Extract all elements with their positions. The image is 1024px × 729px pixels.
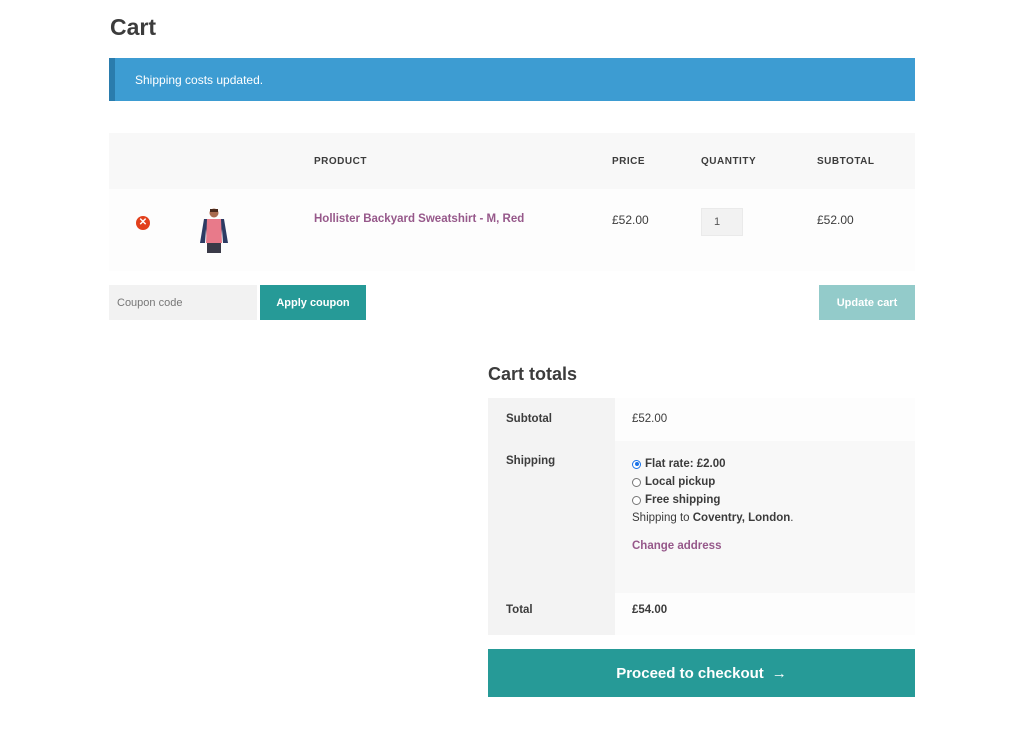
shipping-option-flat-rate[interactable]: Flat rate: £2.00	[632, 455, 915, 473]
header-price: PRICE	[612, 133, 701, 189]
cart-table: PRODUCT PRICE QUANTITY SUBTOTAL ✕ Hollis…	[109, 133, 915, 271]
shipping-destination: Shipping to Coventry, London.	[632, 512, 794, 524]
product-thumbnail[interactable]	[197, 207, 231, 255]
radio-selected-icon[interactable]	[632, 459, 641, 469]
radio-icon[interactable]	[632, 495, 641, 505]
total-value: £54.00	[615, 593, 915, 635]
header-remove	[109, 133, 179, 189]
shipping-row: Shipping Flat rate: £2.00 Local pickup F…	[488, 441, 915, 593]
shipping-updated-notice: Shipping costs updated.	[109, 58, 915, 101]
shipping-option-label[interactable]: Flat rate: £2.00	[645, 458, 726, 470]
subtotal-cell: £52.00	[817, 189, 915, 271]
table-row: ✕ Hollister Backyard Sweatshirt - M, Red…	[109, 189, 915, 271]
product-name-link[interactable]: Hollister Backyard Sweatshirt - M, Red	[314, 213, 524, 225]
product-subtotal: £52.00	[817, 213, 854, 227]
product-price: £52.00	[612, 213, 649, 227]
header-product: PRODUCT	[314, 133, 612, 189]
cart-totals-table: Subtotal £52.00 Shipping Flat rate: £2.0…	[488, 398, 915, 635]
shipping-option-free-shipping[interactable]: Free shipping	[632, 491, 915, 509]
thumbnail-cell	[179, 189, 314, 271]
subtotal-row: Subtotal £52.00	[488, 398, 915, 441]
checkout-label: Proceed to checkout	[616, 664, 764, 682]
price-cell: £52.00	[612, 189, 701, 271]
proceed-to-checkout-button[interactable]: Proceed to checkout →	[488, 649, 915, 697]
shipping-option-label[interactable]: Local pickup	[645, 476, 715, 488]
quantity-input[interactable]	[701, 208, 743, 236]
shipping-options: Flat rate: £2.00 Local pickup Free shipp…	[615, 441, 915, 593]
coupon-code-input[interactable]	[109, 285, 257, 320]
subtotal-label: Subtotal	[488, 398, 615, 441]
total-label: Total	[488, 593, 615, 635]
remove-cell: ✕	[109, 189, 179, 271]
remove-circle-icon[interactable]: ✕	[136, 216, 150, 230]
shipping-option-local-pickup[interactable]: Local pickup	[632, 473, 915, 491]
arrow-right-icon: →	[771, 664, 787, 682]
shipping-to-prefix: Shipping to	[632, 512, 690, 524]
quantity-cell	[701, 189, 817, 271]
product-cell: Hollister Backyard Sweatshirt - M, Red	[314, 189, 612, 271]
subtotal-value: £52.00	[615, 398, 915, 441]
shipping-option-label[interactable]: Free shipping	[645, 494, 720, 506]
cart-table-header: PRODUCT PRICE QUANTITY SUBTOTAL	[109, 133, 915, 189]
notice-message: Shipping costs updated.	[135, 72, 264, 87]
apply-coupon-button[interactable]: Apply coupon	[260, 285, 366, 320]
radio-icon[interactable]	[632, 477, 641, 487]
total-row: Total £54.00	[488, 593, 915, 635]
header-thumbnail	[179, 133, 314, 189]
shipping-to-location: Coventry, London	[692, 512, 791, 524]
header-quantity: QUANTITY	[701, 133, 817, 189]
change-address-link[interactable]: Change address	[632, 540, 721, 552]
cart-totals-title: Cart totals	[488, 364, 578, 384]
update-cart-button[interactable]: Update cart	[819, 285, 915, 320]
shipping-label: Shipping	[488, 441, 615, 593]
header-subtotal: SUBTOTAL	[817, 133, 915, 189]
page-title: Cart	[110, 14, 157, 40]
